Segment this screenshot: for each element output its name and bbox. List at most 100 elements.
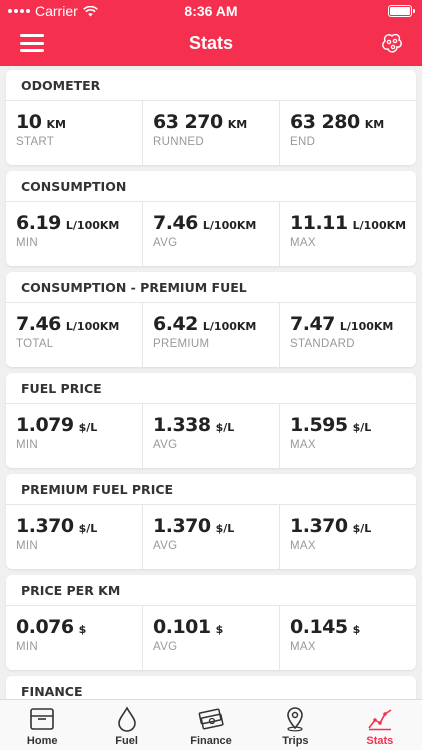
stat-value: 7.47 <box>290 313 335 335</box>
stat-unit: KM <box>364 118 385 131</box>
price-per-km-card: PRICE PER KM 0.076 $ MIN 0.101 $ AVG 0.145 $ M… <box>6 575 416 670</box>
stat-label: MIN <box>16 540 38 552</box>
tab-finance[interactable]: Finance <box>169 700 253 750</box>
stat-unit: $/L <box>78 522 98 535</box>
home-icon <box>30 708 55 730</box>
share-icon[interactable] <box>380 32 404 56</box>
stat-unit: $/L <box>215 421 235 434</box>
stat-label: MAX <box>290 641 316 653</box>
stat-value: 1.079 <box>16 414 74 436</box>
stat-value: 7.46 <box>153 212 198 234</box>
tab-home[interactable]: Home <box>0 700 84 750</box>
stat-label: START <box>16 136 55 148</box>
premium-fuel-price-card: PREMIUM FUEL PRICE 1.370 $/L MIN 1.370 $/L A… <box>6 474 416 569</box>
fuel-drop-icon <box>117 706 136 732</box>
stat-label: STANDARD <box>290 338 355 350</box>
tab-label: Fuel <box>115 735 138 747</box>
stat-value: 1.370 <box>290 515 348 537</box>
stat-cell: 1.338 $/L AVG <box>143 404 280 468</box>
page-title: Stats <box>188 33 233 53</box>
stat-label: MAX <box>290 237 316 249</box>
stat-value: 1.595 <box>290 414 348 436</box>
stat-unit: L/100KM <box>202 219 257 232</box>
stat-unit: $/L <box>352 522 372 535</box>
tab-trips[interactable]: Trips <box>253 700 337 750</box>
status-bar: Carrier 8:36 AM <box>0 3 422 21</box>
stat-label: RUNNED <box>153 136 204 148</box>
tab-label: Finance <box>190 735 232 747</box>
finance-card: FINANCE <box>6 676 416 699</box>
tab-label: Home <box>26 735 58 747</box>
stats-chart-icon <box>368 709 392 731</box>
battery-icon <box>388 5 415 17</box>
stat-label: MAX <box>290 439 316 451</box>
odometer-card: ODOMETER 10 KM START 63 270 KM RUNNED 63 280… <box>6 70 416 165</box>
stat-unit: L/100KM <box>352 219 407 232</box>
tab-fuel[interactable]: Fuel <box>84 700 168 750</box>
stat-cell: 63 280 KM END <box>280 101 416 165</box>
card-title: ODOMETER <box>6 70 416 101</box>
stat-unit: KM <box>227 118 248 131</box>
stat-value: 0.101 <box>153 616 211 638</box>
stat-label: MIN <box>16 439 38 451</box>
stat-label: TOTAL <box>16 338 54 350</box>
stat-value: 11.11 <box>290 212 348 234</box>
stat-cell: 1.370 $/L MAX <box>280 505 416 569</box>
stat-label: AVG <box>153 237 178 249</box>
stat-value: 1.370 <box>16 515 74 537</box>
stat-cell: 1.595 $/L MAX <box>280 404 416 468</box>
stat-value: 10 <box>16 111 42 133</box>
stat-unit: $ <box>352 623 361 636</box>
stat-cell: 7.46 L/100KM TOTAL <box>6 303 143 367</box>
stat-value: 6.42 <box>153 313 198 335</box>
stat-value: 1.370 <box>153 515 211 537</box>
stat-cell: 1.370 $/L MIN <box>6 505 143 569</box>
tab-label: Trips <box>282 735 309 747</box>
stat-cell: 11.11 L/100KM MAX <box>280 202 416 266</box>
card-title: PREMIUM FUEL PRICE <box>6 474 416 505</box>
stats-list[interactable]: ODOMETER 10 KM START 63 270 KM RUNNED 63 280… <box>0 66 422 699</box>
card-title: FUEL PRICE <box>6 373 416 404</box>
stat-cell: 0.076 $ MIN <box>6 606 143 670</box>
tab-bar: Home Fuel Finance Trips Stats <box>0 699 422 750</box>
stat-label: PREMIUM <box>153 338 210 350</box>
card-title: CONSUMPTION - PREMIUM FUEL <box>6 272 416 303</box>
stat-unit: $ <box>215 623 224 636</box>
stat-unit: $/L <box>78 421 98 434</box>
stat-value: 7.46 <box>16 313 61 335</box>
stat-label: MIN <box>16 641 38 653</box>
tab-stats[interactable]: Stats <box>338 700 422 750</box>
stat-cell: 1.079 $/L MIN <box>6 404 143 468</box>
stat-unit: L/100KM <box>339 320 394 333</box>
status-time: 8:36 AM <box>184 3 238 19</box>
stat-unit: $ <box>78 623 87 636</box>
money-stack-icon <box>198 708 224 730</box>
stat-value: 1.338 <box>153 414 211 436</box>
fuel-price-card: FUEL PRICE 1.079 $/L MIN 1.338 $/L AVG 1.595… <box>6 373 416 468</box>
stat-value: 6.19 <box>16 212 61 234</box>
stat-cell: 10 KM START <box>6 101 143 165</box>
stat-unit: KM <box>46 118 66 131</box>
consumption-card: CONSUMPTION 6.19 L/100KM MIN 7.46 L/100KM AV… <box>6 171 416 266</box>
stat-value: 63 270 <box>153 111 223 133</box>
stat-value: 0.076 <box>16 616 74 638</box>
stat-label: END <box>290 136 316 148</box>
card-title: PRICE PER KM <box>6 575 416 606</box>
stat-cell: 6.19 L/100KM MIN <box>6 202 143 266</box>
stat-unit: L/100KM <box>202 320 257 333</box>
stat-cell: 7.47 L/100KM STANDARD <box>280 303 416 367</box>
stat-label: MAX <box>290 540 316 552</box>
stat-label: AVG <box>153 439 178 451</box>
stat-label: MIN <box>16 237 38 249</box>
stat-cell: 7.46 L/100KM AVG <box>143 202 280 266</box>
stat-cell: 1.370 $/L AVG <box>143 505 280 569</box>
stat-cell: 0.145 $ MAX <box>280 606 416 670</box>
consumption-premium-card: CONSUMPTION - PREMIUM FUEL 7.46 L/100KM TO… <box>6 272 416 367</box>
card-title: FINANCE <box>6 676 416 699</box>
stat-value: 63 280 <box>290 111 360 133</box>
stat-unit: $/L <box>215 522 235 535</box>
stat-unit: L/100KM <box>65 219 120 232</box>
stat-label: AVG <box>153 540 178 552</box>
header: Carrier 8:36 AM Stats <box>0 0 422 66</box>
stat-cell: 0.101 $ AVG <box>143 606 280 670</box>
